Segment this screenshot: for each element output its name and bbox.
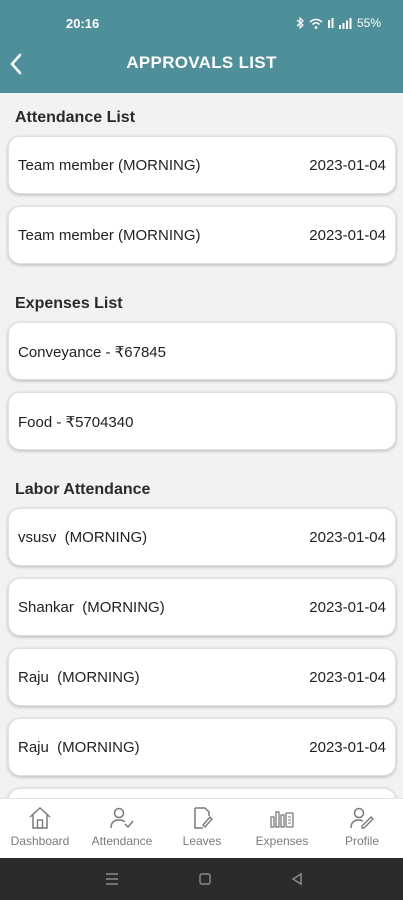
page-title: APPROVALS LIST bbox=[126, 53, 277, 72]
labor-card-partial[interactable] bbox=[8, 788, 396, 798]
battery-level: 55% bbox=[356, 16, 381, 30]
expenses-section-title: Expenses List bbox=[15, 295, 123, 312]
approvals-content[interactable]: Attendance List Team member (MORNING) 20… bbox=[0, 93, 403, 798]
card-name: vsusv (MORNING) bbox=[18, 529, 148, 546]
nav-label: Attendance bbox=[91, 834, 153, 848]
labor-card[interactable]: Raju (MORNING) 2023-01-04 bbox=[8, 648, 396, 706]
attendance-card[interactable]: Team member (MORNING) 2023-01-04 bbox=[8, 136, 396, 194]
expense-card[interactable]: Food - ₹5704340 bbox=[8, 392, 396, 450]
data-icon bbox=[327, 17, 334, 28]
labor-card[interactable]: Shankar (MORNING) 2023-01-04 bbox=[8, 578, 396, 636]
system-navigation-bar bbox=[0, 858, 403, 900]
nav-label: Expenses bbox=[255, 834, 309, 848]
card-date: 2023-01-04 bbox=[309, 529, 386, 546]
card-name: Raju (MORNING) bbox=[18, 669, 140, 686]
header: APPROVALS LIST bbox=[0, 48, 403, 93]
house-icon bbox=[29, 806, 51, 829]
card-date: 2023-01-04 bbox=[309, 669, 386, 686]
card-name: Shankar (MORNING) bbox=[18, 599, 165, 616]
wifi-icon bbox=[309, 18, 323, 29]
card-name: Food - ₹5704340 bbox=[18, 414, 134, 431]
card-date: 2023-01-04 bbox=[309, 227, 386, 244]
nav-expenses[interactable]: Expenses bbox=[242, 803, 322, 857]
document-edit-icon bbox=[194, 807, 213, 829]
bars-money-icon bbox=[270, 811, 294, 828]
nav-label: Profile bbox=[344, 834, 379, 848]
card-name: Raju (MORNING) bbox=[18, 739, 140, 756]
status-time: 20:16 bbox=[66, 16, 100, 31]
square-icon bbox=[199, 873, 211, 885]
nav-dashboard[interactable]: Dashboard bbox=[0, 803, 80, 857]
labor-section-title: Labor Attendance bbox=[15, 481, 151, 498]
bottom-navigation: Dashboard Attendance Leaves Expenses Pro… bbox=[0, 798, 403, 858]
menu-icon bbox=[106, 873, 118, 885]
user-check-icon bbox=[110, 807, 134, 829]
user-edit-icon bbox=[350, 807, 374, 829]
card-name: Team member (MORNING) bbox=[18, 157, 201, 174]
home-button[interactable] bbox=[195, 869, 215, 889]
bluetooth-icon bbox=[296, 17, 304, 29]
nav-attendance[interactable]: Attendance bbox=[82, 803, 162, 857]
nav-leaves[interactable]: Leaves bbox=[162, 803, 242, 857]
attendance-section-title: Attendance List bbox=[15, 109, 136, 126]
nav-profile[interactable]: Profile bbox=[322, 803, 402, 857]
labor-card[interactable]: vsusv (MORNING) 2023-01-04 bbox=[8, 508, 396, 566]
back-nav-button[interactable] bbox=[287, 869, 307, 889]
card-name: Conveyance - ₹67845 bbox=[18, 344, 166, 361]
triangle-back-icon bbox=[291, 872, 302, 886]
app-header-bar: 20:16 55% APPROVALS LIST bbox=[0, 0, 403, 93]
labor-card[interactable]: Raju (MORNING) 2023-01-04 bbox=[8, 718, 396, 776]
nav-label: Dashboard bbox=[10, 834, 70, 848]
card-name: Team member (MORNING) bbox=[18, 227, 201, 244]
card-date: 2023-01-04 bbox=[309, 739, 386, 756]
status-bar: 20:16 55% bbox=[0, 0, 403, 48]
expense-card[interactable]: Conveyance - ₹67845 bbox=[8, 322, 396, 380]
signal-icon bbox=[338, 17, 352, 29]
card-date: 2023-01-04 bbox=[309, 157, 386, 174]
nav-label: Leaves bbox=[182, 834, 222, 848]
status-icons: 55% bbox=[296, 16, 381, 30]
recents-button[interactable] bbox=[102, 869, 122, 889]
card-date: 2023-01-04 bbox=[309, 599, 386, 616]
attendance-card[interactable]: Team member (MORNING) 2023-01-04 bbox=[8, 206, 396, 264]
